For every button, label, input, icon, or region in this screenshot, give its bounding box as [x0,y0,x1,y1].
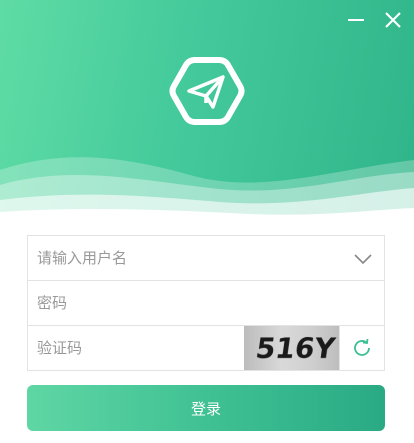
captcha-input[interactable] [37,326,237,370]
login-button[interactable]: 登录 [27,385,385,431]
chevron-down-icon [354,254,372,265]
wave-decoration [0,157,414,220]
username-dropdown-button[interactable] [352,248,374,270]
close-button[interactable] [379,6,407,34]
password-input[interactable] [37,281,367,325]
password-field [27,280,385,326]
login-button-label: 登录 [190,399,221,418]
app-logo [168,52,246,134]
username-field [27,235,385,281]
captcha-text: 516Y [253,332,338,365]
captcha-refresh-button[interactable] [339,326,384,370]
login-window: 516Y 登录 [0,0,414,443]
username-input[interactable] [37,236,337,280]
minimize-icon [348,19,364,21]
captcha-image[interactable]: 516Y [244,326,340,370]
close-icon [385,12,401,28]
captcha-field: 516Y [27,325,385,371]
minimize-button[interactable] [342,6,370,34]
header-banner [0,0,414,220]
paper-plane-hexagon-icon [169,57,245,125]
refresh-icon [354,338,370,356]
